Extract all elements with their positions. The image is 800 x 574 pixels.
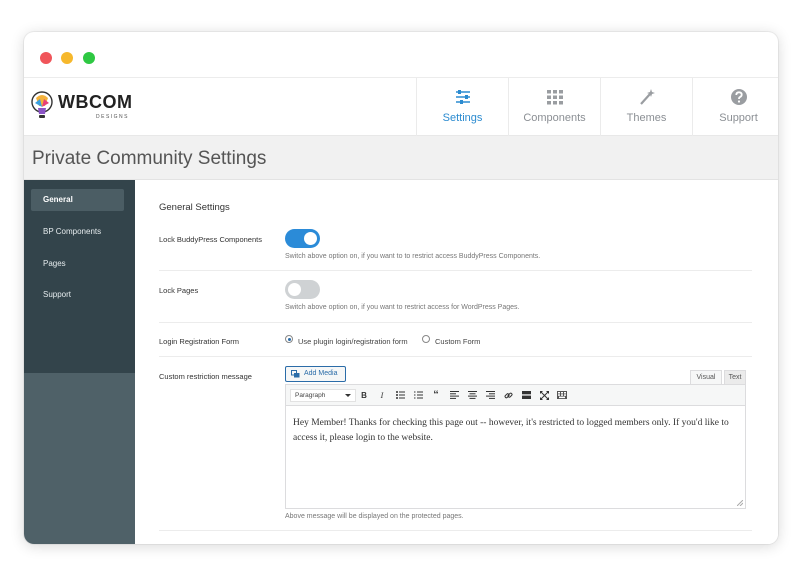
tab-themes[interactable]: Themes — [600, 78, 692, 136]
toggle-knob — [304, 232, 317, 245]
row-divider — [159, 530, 752, 531]
align-left-icon[interactable] — [448, 389, 460, 402]
lock-pages-hint: Switch above option on, if you want to r… — [285, 304, 520, 311]
tab-support-label: Support — [719, 112, 758, 124]
tab-themes-label: Themes — [626, 112, 667, 124]
title-bar — [24, 32, 778, 78]
toolbar-toggle-icon[interactable] — [556, 389, 568, 402]
tab-support[interactable]: Support — [692, 78, 778, 136]
maximize-window-button[interactable] — [83, 52, 95, 64]
radio-plugin-form-label[interactable]: Use plugin login/registration form — [298, 337, 408, 346]
lock-pages-toggle[interactable] — [285, 280, 320, 299]
align-right-icon[interactable] — [484, 389, 496, 402]
tab-settings-label: Settings — [442, 112, 483, 124]
bullet-list-icon[interactable] — [394, 389, 406, 402]
sidebar-item-support[interactable]: Support — [31, 284, 124, 306]
toggle-knob — [288, 283, 301, 296]
tab-components[interactable]: Components — [508, 78, 600, 136]
radio-plugin-form[interactable] — [285, 335, 293, 343]
settings-panel: General Settings Lock BuddyPress Compone… — [135, 180, 778, 544]
message-editor[interactable]: Hey Member! Thanks for checking this pag… — [285, 406, 746, 509]
chevron-down-icon — [345, 394, 351, 397]
sliders-icon — [456, 90, 470, 104]
tab-components-label: Components — [523, 112, 586, 124]
row-divider — [159, 356, 752, 357]
format-select[interactable]: Paragraph — [290, 389, 356, 402]
tab-settings[interactable]: Settings — [416, 78, 508, 136]
tab-text[interactable]: Text — [724, 370, 746, 385]
fullscreen-icon[interactable] — [538, 389, 550, 402]
minimize-window-button[interactable] — [61, 52, 73, 64]
close-window-button[interactable] — [40, 52, 52, 64]
message-body[interactable]: Hey Member! Thanks for checking this pag… — [293, 416, 738, 446]
section-title: General Settings — [159, 202, 230, 213]
row-divider — [159, 270, 752, 271]
numbered-list-icon[interactable] — [412, 389, 424, 402]
lock-pages-label: Lock Pages — [159, 286, 199, 295]
page-title-bar: Private Community Settings — [24, 136, 778, 180]
bold-icon[interactable]: B — [358, 389, 370, 402]
magic-wand-icon — [640, 89, 655, 105]
format-select-value: Paragraph — [295, 392, 326, 399]
sidebar-menu: General BP Components Pages Support — [24, 180, 135, 373]
add-media-button[interactable]: Add Media — [285, 366, 346, 382]
row-divider — [159, 322, 752, 323]
question-circle-icon — [731, 89, 747, 105]
radio-custom-form-label[interactable]: Custom Form — [435, 337, 480, 346]
sidebar-item-bp-components[interactable]: BP Components — [31, 221, 124, 243]
radio-custom-form[interactable] — [422, 335, 430, 343]
blockquote-icon[interactable]: “ — [430, 389, 442, 402]
sidebar: General BP Components Pages Support — [24, 180, 135, 544]
align-center-icon[interactable] — [466, 389, 478, 402]
sidebar-item-pages[interactable]: Pages — [31, 253, 124, 275]
lock-components-label: Lock BuddyPress Components — [159, 235, 262, 244]
add-media-label: Add Media — [304, 370, 338, 377]
tab-visual[interactable]: Visual — [690, 370, 722, 385]
lock-components-hint: Switch above option on, if you want to t… — [285, 253, 541, 260]
brand-name: WBCOM — [58, 92, 133, 112]
sidebar-item-general[interactable]: General — [31, 189, 124, 211]
app-window: WBCOM DESIGNS Settings Components Themes… — [24, 32, 778, 544]
restriction-message-label: Custom restriction message — [159, 372, 252, 381]
resize-handle-icon[interactable] — [737, 500, 743, 506]
read-more-icon[interactable] — [520, 389, 532, 402]
brand-tagline: DESIGNS — [96, 114, 130, 120]
media-icon — [291, 370, 300, 378]
lock-components-toggle[interactable] — [285, 229, 320, 248]
restriction-message-hint: Above message will be displayed on the p… — [285, 513, 464, 520]
page-title: Private Community Settings — [32, 148, 267, 169]
login-form-label: Login Registration Form — [159, 337, 240, 346]
editor-toolbar: Paragraph B I “ — [285, 384, 746, 406]
link-icon[interactable] — [502, 389, 514, 402]
grid-icon — [547, 90, 563, 105]
top-header: WBCOM DESIGNS Settings Components Themes… — [24, 78, 778, 136]
brand-bulb-icon — [31, 91, 53, 118]
italic-icon[interactable]: I — [376, 389, 388, 402]
